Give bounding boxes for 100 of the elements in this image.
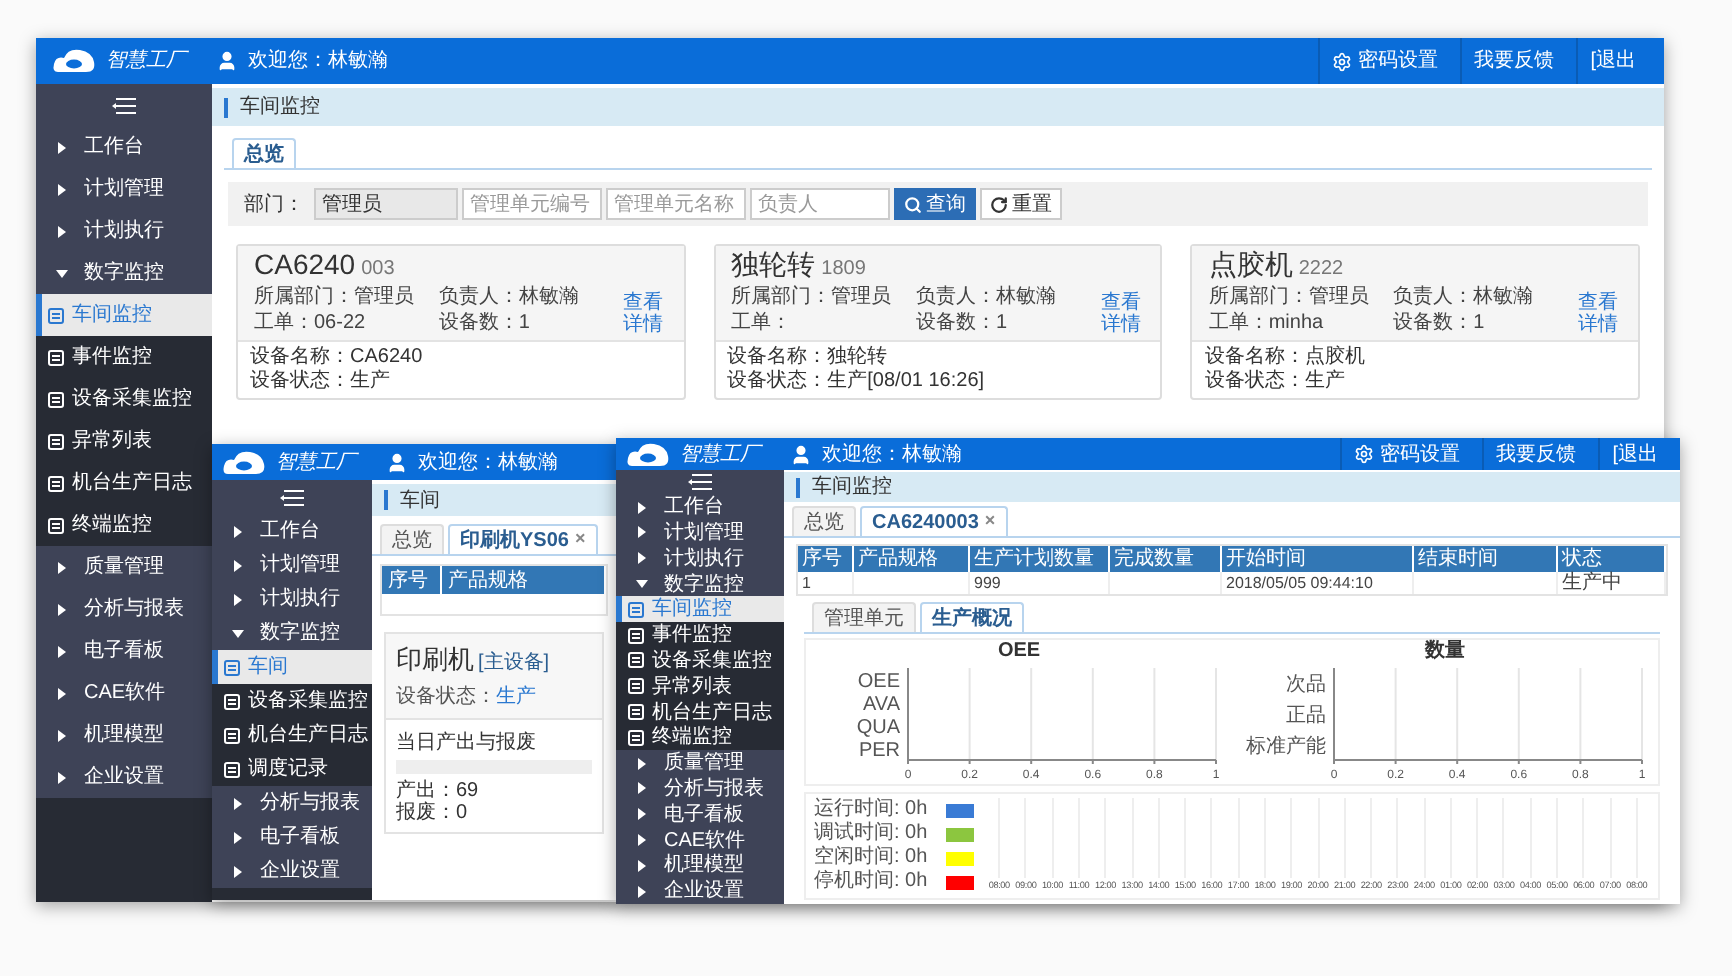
category-label: 标准产能 — [1245, 735, 1325, 758]
sidebar-group[interactable]: 工作台 — [212, 514, 372, 548]
sidebar-group[interactable]: 质量管理 — [616, 750, 784, 777]
sidebar-group[interactable]: 分析与报表 — [616, 776, 784, 802]
details-link[interactable]: 查看详情 — [623, 292, 668, 336]
caret-icon — [232, 559, 244, 571]
page-icon — [48, 433, 64, 449]
input-field[interactable]: 管理单元名称 — [606, 188, 746, 220]
sidebar-group[interactable]: 机理模型 — [36, 714, 212, 756]
sidebar-item[interactable]: 车间监控 — [616, 596, 784, 623]
card-title: 独轮转 — [731, 248, 816, 282]
status-label: 设备状态： — [396, 683, 496, 711]
caret-icon — [56, 267, 68, 279]
caret-icon — [232, 865, 244, 877]
device-status-text: 设备状态：生产 — [1204, 370, 1347, 394]
details-link[interactable]: 查看详情 — [1578, 292, 1622, 336]
sidebar-group[interactable]: 计划管理 — [212, 548, 372, 582]
tab[interactable]: 管理单元 — [812, 602, 916, 632]
order-text: 工单：06-22 — [254, 312, 368, 336]
department-text: 所属部门：管理员 — [731, 286, 894, 310]
close-icon[interactable]: × — [984, 508, 996, 536]
sidebar-group[interactable]: 计划执行 — [36, 210, 212, 252]
sidebar-group[interactable]: 工作台 — [36, 126, 212, 168]
sidebar-group[interactable]: 计划执行 — [616, 545, 784, 572]
card-title: CA6240 — [254, 248, 356, 282]
search-button[interactable]: 查询 — [894, 188, 976, 220]
page-icon — [224, 727, 240, 743]
user-icon — [216, 50, 238, 72]
page-icon — [628, 601, 644, 618]
sidebar-group[interactable]: 机理模型 — [616, 852, 784, 879]
output-title: 当日产出与报废 — [396, 731, 538, 753]
page-icon — [628, 652, 644, 669]
chart-title: 数量 — [1425, 640, 1465, 664]
column-header: 状态 — [1558, 546, 1666, 572]
sidebar-group[interactable]: 电子看板 — [212, 820, 372, 854]
caret-icon — [232, 831, 244, 843]
input-field[interactable]: 负责人 — [750, 188, 890, 220]
device-count-text: 设备数：1 — [1393, 312, 1487, 336]
sidebar-group[interactable]: 数字监控 — [212, 616, 372, 650]
column-header: 完成数量 — [1110, 546, 1222, 572]
tab[interactable]: 生产概况 — [920, 602, 1024, 632]
table-cell: 生产中 — [1562, 572, 1622, 594]
status-value: 生产 — [496, 683, 536, 711]
sidebar-group[interactable]: 电子看板 — [36, 630, 212, 672]
sidebar-group[interactable]: 计划执行 — [212, 582, 372, 616]
category-label: AVA — [861, 693, 899, 716]
breadcrumb-text: 车间监控 — [812, 473, 892, 502]
welcome-text: 欢迎您：林敏瀚 — [418, 449, 558, 477]
table-cell: 2018/05/05 09:44:10 — [1226, 574, 1373, 592]
user-icon — [386, 451, 408, 473]
caret-icon — [636, 834, 648, 846]
sidebar-group[interactable]: CAE软件 — [36, 672, 212, 714]
tab[interactable]: 印刷机YS06 × — [448, 524, 598, 554]
tab[interactable]: 总览 — [232, 138, 296, 168]
department-field[interactable]: 管理员 — [314, 188, 458, 220]
sidebar-group[interactable]: 企业设置 — [36, 756, 212, 798]
sidebar-group[interactable]: 数字监控 — [616, 571, 784, 597]
reset-button[interactable]: 重置 — [980, 188, 1062, 220]
menu-icon[interactable] — [112, 97, 136, 113]
sidebar-group[interactable]: 数字监控 — [36, 252, 212, 294]
sidebar-group[interactable]: 计划管理 — [616, 520, 784, 546]
legend-label: 调试时间: 0h — [814, 822, 930, 845]
tab[interactable]: CA6240003 × — [860, 506, 1008, 536]
input-field[interactable]: 管理单元编号 — [462, 188, 602, 220]
sidebar-group[interactable]: 企业设置 — [616, 878, 784, 904]
caret-icon — [56, 687, 68, 699]
welcome-text: 欢迎您：林敏瀚 — [822, 441, 962, 469]
reset-icon — [990, 195, 1008, 213]
sidebar-item[interactable]: 车间 — [212, 650, 372, 684]
sidebar-group[interactable]: 分析与报表 — [36, 588, 212, 630]
logo-text: 智慧工厂 — [276, 449, 356, 477]
welcome-text: 欢迎您：林敏瀚 — [248, 47, 388, 76]
sidebar-group[interactable]: 企业设置 — [212, 854, 372, 888]
category-label: 正品 — [1285, 705, 1325, 727]
device-count-text: 设备数：1 — [438, 312, 532, 336]
page-icon — [224, 693, 240, 709]
caret-icon — [56, 561, 68, 573]
menu-icon[interactable] — [280, 489, 304, 505]
sidebar-group[interactable]: 电子看板 — [616, 801, 784, 828]
sidebar-item[interactable]: 车间监控 — [36, 294, 212, 336]
sidebar-group[interactable]: 计划管理 — [36, 168, 212, 210]
card-code: 1809 — [821, 256, 866, 284]
device-name-text: 设备名称：CA6240 — [250, 346, 425, 369]
settings-icon — [1354, 444, 1375, 464]
column-header: 开始时间 — [1222, 546, 1414, 572]
sidebar-group[interactable]: 工作台 — [616, 494, 784, 521]
close-icon[interactable]: × — [574, 526, 586, 554]
menu-icon[interactable] — [688, 474, 712, 491]
details-link[interactable]: 查看详情 — [1100, 292, 1145, 336]
card-code: 2222 — [1298, 256, 1344, 284]
column-header: 结束时间 — [1414, 546, 1558, 572]
category-label: OEE — [856, 670, 899, 693]
tab[interactable]: 总览 — [792, 506, 856, 536]
legend-label: 停机时间: 0h — [814, 870, 930, 894]
sidebar-group[interactable]: 分析与报表 — [212, 786, 372, 820]
settings-icon — [1332, 51, 1353, 71]
sidebar-group[interactable]: CAE软件 — [616, 827, 784, 853]
sidebar-group[interactable]: 质量管理 — [36, 546, 212, 588]
tab[interactable]: 总览 — [380, 524, 444, 554]
caret-icon — [56, 225, 68, 237]
